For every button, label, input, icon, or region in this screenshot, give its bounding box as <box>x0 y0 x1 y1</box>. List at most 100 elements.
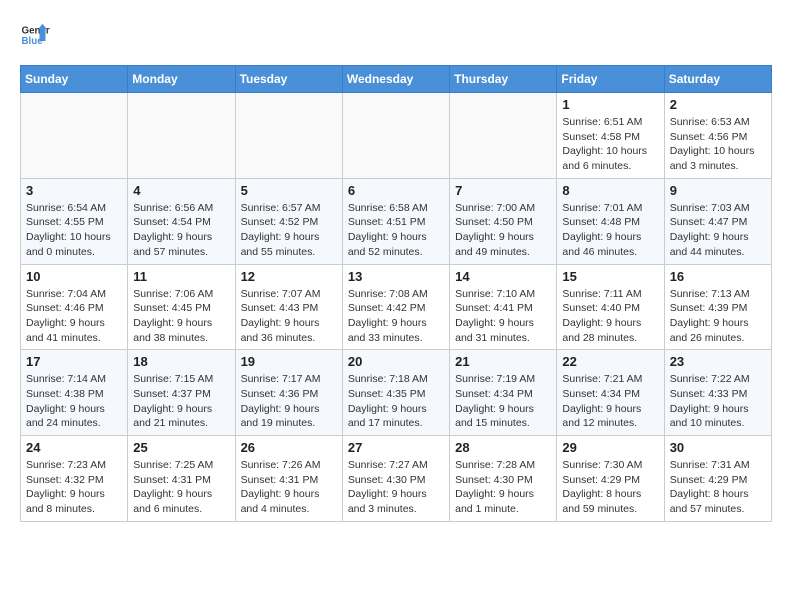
calendar-cell: 7Sunrise: 7:00 AM Sunset: 4:50 PM Daylig… <box>450 178 557 264</box>
day-number: 28 <box>455 440 551 455</box>
day-info: Sunrise: 7:23 AM Sunset: 4:32 PM Dayligh… <box>26 458 122 517</box>
day-number: 11 <box>133 269 229 284</box>
calendar-cell: 4 Sunrise: 6:56 AM Sunset: 4:54 PM Daylig… <box>128 178 235 264</box>
calendar-cell: 25 Sunrise: 7:25 AM Sunset: 4:31 PM Dayli… <box>128 436 235 522</box>
logo: General Blue <box>20 20 50 50</box>
day-number: 16 <box>670 269 766 284</box>
calendar-cell <box>342 93 449 179</box>
calendar-cell: 17 Sunrise: 7:14 AM Sunset: 4:38 PM Dayli… <box>21 350 128 436</box>
calendar-cell: 13 Sunrise: 7:08 AM Sunset: 4:42 PM Dayli… <box>342 264 449 350</box>
week-row-4: 17 Sunrise: 7:14 AM Sunset: 4:38 PM Dayli… <box>21 350 772 436</box>
calendar-cell: 29 Sunrise: 7:30 AM Sunset: 4:29 PM Dayli… <box>557 436 664 522</box>
day-info: Sunrise: 7:31 AM Sunset: 4:29 PM Dayligh… <box>670 458 766 517</box>
day-info: Sunrise: 6:58 AM Sunset: 4:51 PM Dayligh… <box>348 201 444 260</box>
weekday-header-wednesday: Wednesday <box>342 66 449 93</box>
day-info: Sunrise: 7:08 AM Sunset: 4:42 PM Dayligh… <box>348 287 444 346</box>
day-info: Sunrise: 6:56 AM Sunset: 4:54 PM Dayligh… <box>133 201 229 260</box>
weekday-header-saturday: Saturday <box>664 66 771 93</box>
day-info: Sunrise: 7:22 AM Sunset: 4:33 PM Dayligh… <box>670 372 766 431</box>
day-info: Sunrise: 6:51 AM Sunset: 4:58 PM Dayligh… <box>562 115 658 174</box>
day-number: 12 <box>241 269 337 284</box>
day-number: 18 <box>133 354 229 369</box>
calendar-cell: 16 Sunrise: 7:13 AM Sunset: 4:39 PM Dayli… <box>664 264 771 350</box>
calendar-cell: 1Sunrise: 6:51 AM Sunset: 4:58 PM Daylig… <box>557 93 664 179</box>
day-number: 24 <box>26 440 122 455</box>
calendar-cell: 22 Sunrise: 7:21 AM Sunset: 4:34 PM Dayli… <box>557 350 664 436</box>
day-info: Sunrise: 7:19 AM Sunset: 4:34 PM Dayligh… <box>455 372 551 431</box>
week-row-1: 1Sunrise: 6:51 AM Sunset: 4:58 PM Daylig… <box>21 93 772 179</box>
calendar-cell: 3Sunrise: 6:54 AM Sunset: 4:55 PM Daylig… <box>21 178 128 264</box>
weekday-header-friday: Friday <box>557 66 664 93</box>
calendar-cell: 2Sunrise: 6:53 AM Sunset: 4:56 PM Daylig… <box>664 93 771 179</box>
day-info: Sunrise: 7:27 AM Sunset: 4:30 PM Dayligh… <box>348 458 444 517</box>
day-number: 13 <box>348 269 444 284</box>
weekday-header-tuesday: Tuesday <box>235 66 342 93</box>
day-number: 21 <box>455 354 551 369</box>
day-info: Sunrise: 7:17 AM Sunset: 4:36 PM Dayligh… <box>241 372 337 431</box>
day-number: 23 <box>670 354 766 369</box>
calendar-cell: 5 Sunrise: 6:57 AM Sunset: 4:52 PM Daylig… <box>235 178 342 264</box>
day-number: 29 <box>562 440 658 455</box>
weekday-header-thursday: Thursday <box>450 66 557 93</box>
day-number: 27 <box>348 440 444 455</box>
day-info: Sunrise: 7:00 AM Sunset: 4:50 PM Dayligh… <box>455 201 551 260</box>
day-number: 3 <box>26 183 122 198</box>
day-info: Sunrise: 7:26 AM Sunset: 4:31 PM Dayligh… <box>241 458 337 517</box>
day-info: Sunrise: 7:15 AM Sunset: 4:37 PM Dayligh… <box>133 372 229 431</box>
calendar-cell: 9Sunrise: 7:03 AM Sunset: 4:47 PM Daylig… <box>664 178 771 264</box>
day-number: 22 <box>562 354 658 369</box>
calendar-table: SundayMondayTuesdayWednesdayThursdayFrid… <box>20 65 772 522</box>
day-number: 9 <box>670 183 766 198</box>
calendar-cell: 28 Sunrise: 7:28 AM Sunset: 4:30 PM Dayli… <box>450 436 557 522</box>
day-info: Sunrise: 6:57 AM Sunset: 4:52 PM Dayligh… <box>241 201 337 260</box>
calendar-cell: 24 Sunrise: 7:23 AM Sunset: 4:32 PM Dayli… <box>21 436 128 522</box>
day-number: 15 <box>562 269 658 284</box>
day-info: Sunrise: 7:01 AM Sunset: 4:48 PM Dayligh… <box>562 201 658 260</box>
day-number: 19 <box>241 354 337 369</box>
calendar-cell <box>235 93 342 179</box>
day-info: Sunrise: 7:10 AM Sunset: 4:41 PM Dayligh… <box>455 287 551 346</box>
week-row-3: 10 Sunrise: 7:04 AM Sunset: 4:46 PM Dayli… <box>21 264 772 350</box>
day-info: Sunrise: 7:07 AM Sunset: 4:43 PM Dayligh… <box>241 287 337 346</box>
day-info: Sunrise: 7:30 AM Sunset: 4:29 PM Dayligh… <box>562 458 658 517</box>
calendar-cell: 8 Sunrise: 7:01 AM Sunset: 4:48 PM Daylig… <box>557 178 664 264</box>
calendar-cell: 27 Sunrise: 7:27 AM Sunset: 4:30 PM Dayli… <box>342 436 449 522</box>
calendar-cell <box>450 93 557 179</box>
day-info: Sunrise: 7:11 AM Sunset: 4:40 PM Dayligh… <box>562 287 658 346</box>
day-number: 25 <box>133 440 229 455</box>
calendar-cell: 11Sunrise: 7:06 AM Sunset: 4:45 PM Dayli… <box>128 264 235 350</box>
day-number: 4 <box>133 183 229 198</box>
day-number: 10 <box>26 269 122 284</box>
calendar-cell: 21 Sunrise: 7:19 AM Sunset: 4:34 PM Dayli… <box>450 350 557 436</box>
day-info: Sunrise: 7:14 AM Sunset: 4:38 PM Dayligh… <box>26 372 122 431</box>
week-row-2: 3Sunrise: 6:54 AM Sunset: 4:55 PM Daylig… <box>21 178 772 264</box>
day-info: Sunrise: 7:21 AM Sunset: 4:34 PM Dayligh… <box>562 372 658 431</box>
day-info: Sunrise: 7:18 AM Sunset: 4:35 PM Dayligh… <box>348 372 444 431</box>
day-info: Sunrise: 7:13 AM Sunset: 4:39 PM Dayligh… <box>670 287 766 346</box>
calendar-cell: 15 Sunrise: 7:11 AM Sunset: 4:40 PM Dayli… <box>557 264 664 350</box>
calendar-cell: 10 Sunrise: 7:04 AM Sunset: 4:46 PM Dayli… <box>21 264 128 350</box>
calendar-cell: 23 Sunrise: 7:22 AM Sunset: 4:33 PM Dayli… <box>664 350 771 436</box>
week-row-5: 24 Sunrise: 7:23 AM Sunset: 4:32 PM Dayli… <box>21 436 772 522</box>
header: General Blue <box>20 20 772 50</box>
day-info: Sunrise: 7:04 AM Sunset: 4:46 PM Dayligh… <box>26 287 122 346</box>
day-number: 20 <box>348 354 444 369</box>
day-number: 6 <box>348 183 444 198</box>
weekday-header-sunday: Sunday <box>21 66 128 93</box>
calendar-cell: 30Sunrise: 7:31 AM Sunset: 4:29 PM Dayli… <box>664 436 771 522</box>
calendar-cell: 18 Sunrise: 7:15 AM Sunset: 4:37 PM Dayli… <box>128 350 235 436</box>
day-info: Sunrise: 7:28 AM Sunset: 4:30 PM Dayligh… <box>455 458 551 517</box>
day-number: 17 <box>26 354 122 369</box>
day-info: Sunrise: 7:25 AM Sunset: 4:31 PM Dayligh… <box>133 458 229 517</box>
calendar-cell <box>128 93 235 179</box>
day-info: Sunrise: 6:53 AM Sunset: 4:56 PM Dayligh… <box>670 115 766 174</box>
calendar-cell: 20 Sunrise: 7:18 AM Sunset: 4:35 PM Dayli… <box>342 350 449 436</box>
svg-text:General: General <box>22 26 51 37</box>
day-number: 8 <box>562 183 658 198</box>
calendar-cell: 12 Sunrise: 7:07 AM Sunset: 4:43 PM Dayli… <box>235 264 342 350</box>
calendar-cell: 26 Sunrise: 7:26 AM Sunset: 4:31 PM Dayli… <box>235 436 342 522</box>
calendar-cell: 14 Sunrise: 7:10 AM Sunset: 4:41 PM Dayli… <box>450 264 557 350</box>
day-number: 5 <box>241 183 337 198</box>
day-number: 14 <box>455 269 551 284</box>
day-number: 26 <box>241 440 337 455</box>
